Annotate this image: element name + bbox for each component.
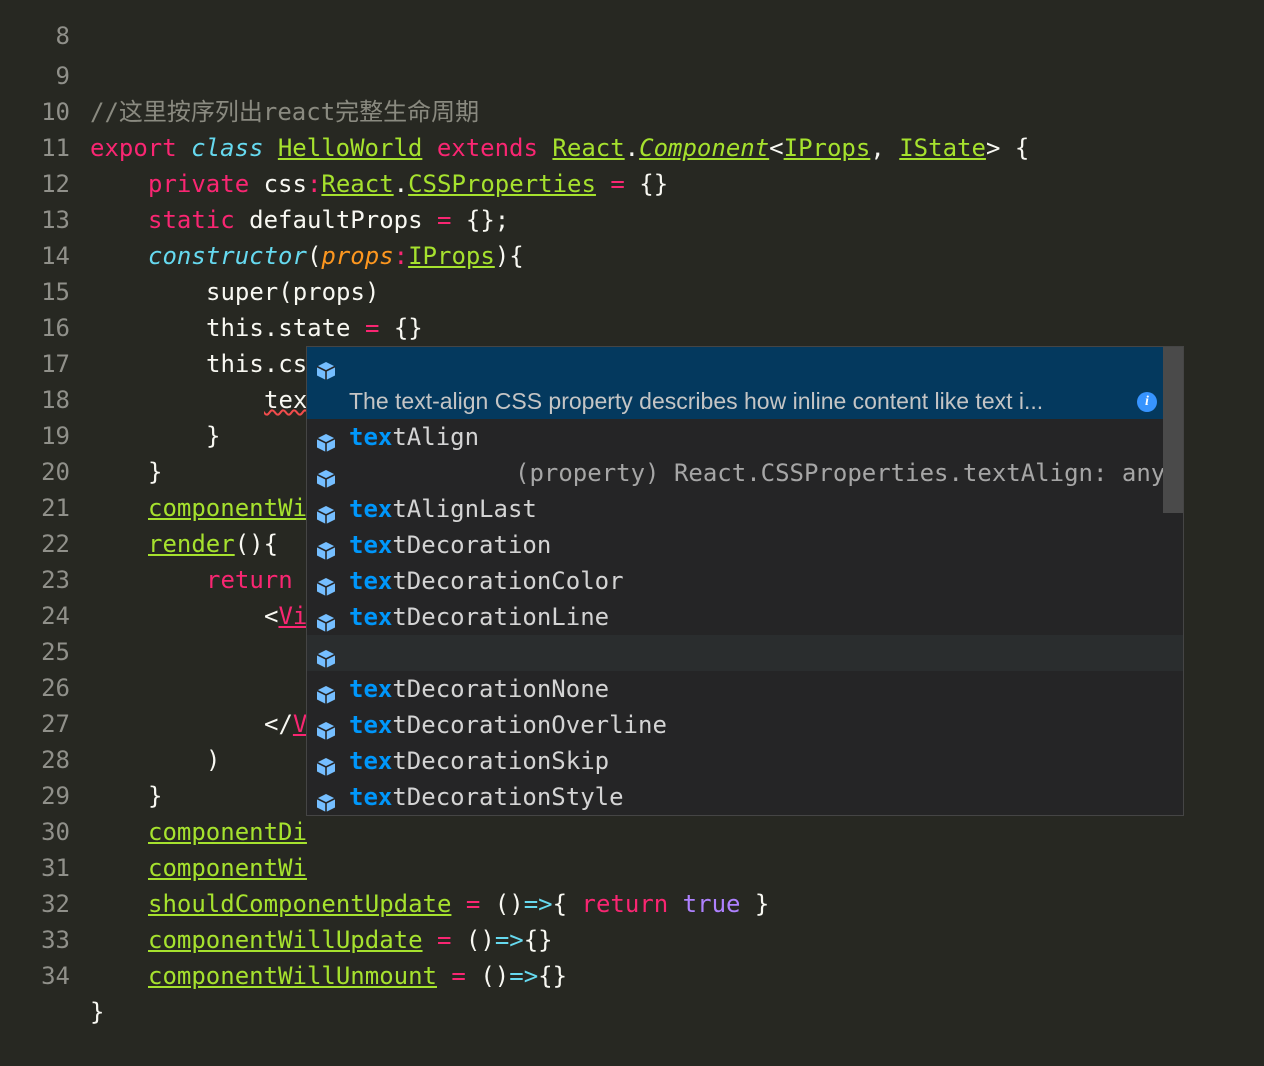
property-cube-icon — [315, 463, 337, 488]
method-name: render — [148, 530, 235, 558]
code-line: 21 render(){ — [0, 454, 278, 558]
keyword: return — [206, 566, 293, 594]
suggest-item[interactable]: textDecorationUnderline — [307, 743, 1165, 779]
code-line: 12 static defaultProps = {}; — [0, 130, 509, 234]
method-name: shouldComponentUpdate — [148, 890, 452, 918]
keyword: export — [90, 134, 177, 162]
code-editor[interactable]: 8 9 //这里按序列出react完整生命周期 10 export class … — [0, 0, 1264, 1026]
property-cube-icon — [315, 571, 337, 596]
suggest-item[interactable]: textEmphasis — [307, 779, 1165, 815]
boolean-literal: true — [682, 890, 741, 918]
comment: //这里按序列出react完整生命周期 — [90, 98, 480, 126]
code-line: 25 — [0, 598, 70, 666]
code-line: 19 } — [0, 382, 162, 486]
class-name: HelloWorld — [277, 134, 423, 162]
code-line: 32 componentWillUpdate = ()=>{} — [0, 850, 553, 954]
code-line: 28 } — [0, 706, 162, 810]
property-cube-icon — [315, 679, 337, 704]
property-cube-icon — [315, 607, 337, 632]
keyword: extends — [436, 134, 538, 162]
suggest-widget[interactable]: textAlign (property) React.CSSProperties… — [306, 346, 1184, 816]
method-name: componentWi — [148, 494, 307, 522]
code-line: 31 shouldComponentUpdate = ()=>{ return … — [0, 814, 769, 918]
code-line: 18 } — [0, 346, 220, 450]
keyword: static — [148, 206, 235, 234]
code-line: 17 tex — [0, 310, 311, 416]
code-line: 30 componentWi — [0, 778, 307, 882]
code-line: 11 private css:React.CSSProperties = {} — [0, 94, 668, 198]
suggest-item[interactable]: textDecorationOverline — [307, 635, 1183, 739]
code-line: 27 ) — [0, 670, 220, 774]
property-cube-icon — [315, 715, 337, 740]
jsx-tag: Vi — [278, 602, 308, 630]
code-line: 14 super(props) — [0, 202, 379, 306]
suggest-item[interactable]: textAlignLast — [307, 419, 1165, 523]
keyword: private — [148, 170, 250, 198]
code-line: 15 this.state = {} — [0, 238, 423, 342]
method-name: componentWillUpdate — [148, 926, 423, 954]
property-cube-icon — [315, 355, 337, 380]
code-line: 8 — [0, 0, 70, 50]
suggest-item[interactable]: textAlign (property) React.CSSProperties… — [307, 347, 1165, 487]
property-cube-icon — [315, 643, 337, 668]
parameter: props — [321, 242, 394, 270]
method-name: componentWi — [148, 854, 307, 882]
code-line: 34 } — [0, 922, 104, 1026]
info-icon[interactable]: i — [1137, 392, 1157, 412]
typed-text[interactable]: tex — [264, 386, 307, 414]
property-cube-icon — [315, 427, 337, 452]
suggest-item[interactable]: textDecorationStyle — [307, 707, 1165, 811]
type-name: React — [552, 134, 625, 162]
code-line: 26 </V — [0, 634, 307, 738]
property-cube-icon — [315, 751, 337, 776]
suggest-item[interactable]: textDecorationSkip — [307, 671, 1165, 775]
code-line: 13 constructor(props:IProps){ — [0, 166, 524, 270]
keyword: return — [581, 890, 669, 918]
suggest-item[interactable]: textDecorationLineThrough — [307, 563, 1165, 667]
method-name: componentWillUnmount — [148, 962, 437, 990]
property-cube-icon — [315, 499, 337, 524]
code-line: 29 componentDi — [0, 742, 307, 846]
suggest-item[interactable]: textDecorationLine — [307, 527, 1165, 631]
method-name: componentDi — [148, 818, 307, 846]
type-name: IState — [899, 134, 986, 162]
code-line: 22 return — [0, 490, 293, 594]
suggest-label: textDecorationUnderline — [349, 815, 681, 816]
suggest-item[interactable]: textDecorationColor — [307, 491, 1165, 595]
code-line: 24 — [0, 562, 70, 630]
code-line: 9 //这里按序列出react完整生命周期 — [0, 22, 480, 126]
property-cube-icon — [315, 535, 337, 560]
code-line: 20 componentWi — [0, 418, 307, 522]
line-number: 34 — [41, 962, 70, 990]
keyword: class — [191, 134, 264, 162]
code-line: 16 this.css = { — [0, 274, 379, 378]
type-name: React — [321, 170, 394, 198]
type-name: Component — [639, 134, 770, 162]
code-line: 33 componentWillUnmount = ()=>{} — [0, 886, 567, 990]
suggest-item[interactable]: textDecorationNone — [307, 599, 1165, 703]
code-line: 23 <Vi — [0, 526, 307, 630]
property-cube-icon — [315, 787, 337, 812]
keyword: constructor — [148, 242, 307, 270]
type-name: IProps — [783, 134, 871, 162]
code-line: 10 export class HelloWorld extends React… — [0, 58, 1029, 162]
type-name: CSSProperties — [408, 170, 596, 198]
suggest-doc: The text-align CSS property describes ho… — [349, 388, 1044, 414]
suggest-scrollbar[interactable] — [1163, 347, 1183, 513]
type-name: IProps — [408, 242, 495, 270]
suggest-item[interactable]: textDecoration — [307, 455, 1165, 559]
